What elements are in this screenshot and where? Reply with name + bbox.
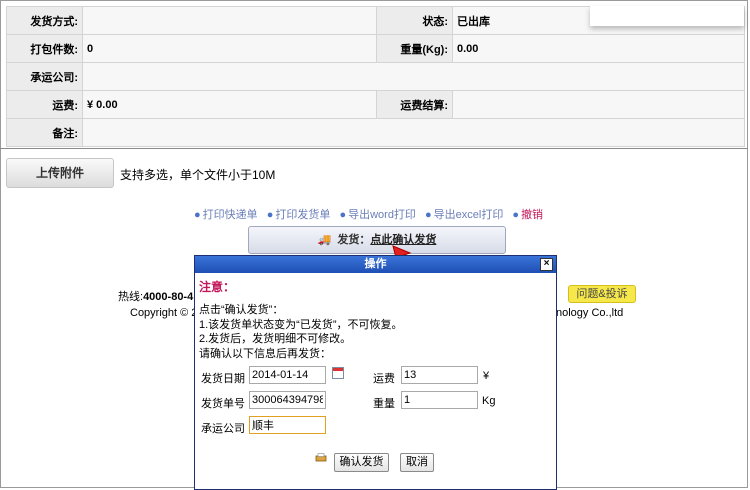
message-line: 1.该发货单状态变为“已发货”，不可恢复。 — [199, 318, 403, 331]
freight-settle-value — [452, 90, 745, 119]
freight-field-label: 运费 — [373, 373, 395, 385]
action-links: ● 打印快递单 ● 打印发货单 ● 导出word打印 ● 导出excel打印 ● 撤销 — [194, 206, 549, 222]
confirm-ship-button[interactable]: 🚚 发货：点此确认发货 — [248, 226, 506, 254]
bullet-icon: ● — [194, 209, 201, 221]
pack-count-label: 打包件数: — [6, 34, 83, 63]
dialog-message: 点击“确认发货”： 1.该发货单状态变为“已发货”，不可恢复。 2.发货后，发货… — [199, 303, 403, 361]
export-word-link[interactable]: ● 导出word打印 — [339, 209, 416, 221]
bullet-icon: ● — [339, 209, 347, 221]
revoke-link[interactable]: ● 撤销 — [512, 209, 543, 221]
calendar-icon[interactable] — [332, 367, 344, 379]
dialog-titlebar: 操作 × — [195, 256, 556, 273]
weight-input[interactable] — [401, 391, 478, 409]
carrier-value — [82, 62, 745, 91]
ship-no-input[interactable] — [249, 391, 326, 409]
copyright: Copyright © 2 — [130, 307, 198, 319]
ship-button-prefix: 发货： — [337, 234, 371, 246]
confirm-ship-dialog-button[interactable]: 确认发货 — [334, 453, 389, 472]
operation-dialog: 操作 × 注意： 点击“确认发货”： 1.该发货单状态变为“已发货”，不可恢复。… — [194, 255, 557, 490]
hotline-label: 热线: — [118, 291, 144, 303]
message-line: 请确认以下信息后再发货： — [199, 347, 331, 360]
link-label: 撤销 — [521, 209, 544, 221]
printer-icon — [315, 453, 327, 462]
remark-value — [82, 118, 745, 147]
ship-method-value — [82, 6, 377, 35]
remark-label: 备注: — [6, 118, 83, 147]
link-label: 导出word打印 — [348, 209, 416, 221]
upload-attachment-button[interactable]: 上传附件 — [6, 158, 114, 188]
bullet-icon: ● — [266, 209, 274, 221]
upload-hint: 支持多选，单个文件小于10M — [120, 168, 276, 182]
message-line: 2.发货后，发货明细不可修改。 — [199, 333, 352, 345]
cancel-button[interactable]: 取消 — [400, 453, 434, 472]
message-line: 点击“确认发货”： — [199, 304, 284, 316]
weight-unit: Kg — [482, 395, 496, 407]
print-ship-note-link[interactable]: ● 打印发货单 — [267, 209, 331, 221]
shipment-info-table: 发货方式: 状态: 已出库 打包件数: 0 重量(Kg): 0.00 承运公司:… — [6, 6, 745, 147]
carrier-field-label: 承运公司 — [201, 423, 245, 435]
print-express-link[interactable]: ● 打印快递单 — [194, 209, 258, 221]
freight-label: 运费: — [6, 90, 83, 119]
carrier-label: 承运公司: — [6, 62, 83, 91]
issue-complaint-button[interactable]: 问题&投诉 — [568, 285, 636, 303]
copyright-tail: nology Co.,ltd — [556, 307, 624, 319]
dialog-title: 操作 — [364, 258, 387, 270]
export-excel-link[interactable]: ● 导出excel打印 — [425, 209, 503, 221]
weight-label: 重量(Kg): — [376, 34, 453, 63]
table-row: 备注: — [6, 118, 745, 147]
popup-shadow — [590, 6, 744, 26]
truck-icon: 🚚 — [317, 234, 332, 246]
link-label: 打印发货单 — [275, 209, 331, 221]
link-label: 打印快递单 — [202, 209, 258, 221]
ship-method-label: 发货方式: — [6, 6, 83, 35]
ship-date-input[interactable] — [249, 366, 326, 384]
table-row: 承运公司: — [6, 62, 745, 91]
weight-field-label: 重量 — [373, 398, 395, 410]
status-label: 状态: — [376, 6, 453, 35]
hotline: 热线:4000-80-4 — [118, 288, 193, 304]
pack-count-value: 0 — [82, 34, 377, 63]
bullet-icon: ● — [425, 209, 432, 221]
freight-unit: ¥ — [483, 370, 490, 382]
weight-value: 0.00 — [452, 34, 745, 63]
freight-input[interactable] — [401, 366, 478, 384]
table-row: 打包件数: 0 重量(Kg): 0.00 — [6, 34, 745, 63]
divider — [0, 148, 748, 149]
close-icon[interactable]: × — [540, 258, 553, 271]
freight-value: ¥ 0.00 — [82, 90, 377, 119]
ship-no-label: 发货单号 — [201, 398, 245, 410]
freight-settle-label: 运费结算: — [376, 90, 453, 119]
link-label: 导出excel打印 — [433, 209, 504, 221]
ship-date-label: 发货日期 — [201, 373, 245, 385]
carrier-input[interactable] — [249, 416, 326, 434]
bullet-icon: ● — [512, 209, 520, 221]
dialog-notice: 注意： — [199, 280, 236, 294]
table-row: 运费: ¥ 0.00 运费结算: — [6, 90, 745, 119]
hotline-number: 4000-80-4 — [143, 291, 194, 303]
